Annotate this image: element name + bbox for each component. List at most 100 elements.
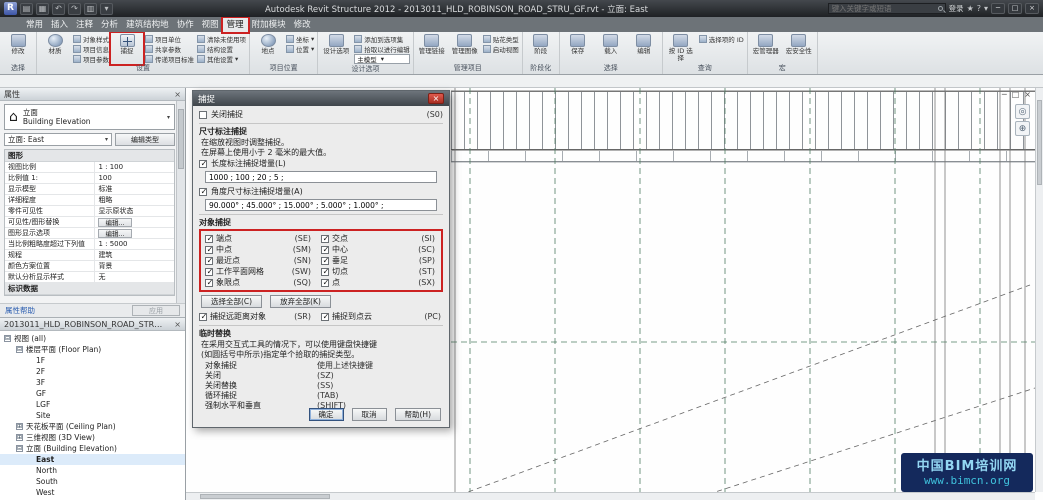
purge-unused-button[interactable]: 清除未使用项: [197, 34, 246, 43]
tree-node-view[interactable]: 2F: [0, 366, 185, 377]
starting-view-button[interactable]: 启动视图: [483, 44, 519, 53]
tab-collaborate[interactable]: 协作: [173, 18, 198, 32]
tree-node-view[interactable]: GF: [0, 388, 185, 399]
redo-icon[interactable]: ↷: [68, 3, 81, 15]
tree-node-view[interactable]: 1F: [0, 355, 185, 366]
vertical-scrollbar[interactable]: [1035, 88, 1043, 492]
angle-snap-checkbox[interactable]: [199, 188, 207, 196]
visibility-edit-button[interactable]: 编辑...: [98, 218, 131, 227]
transfer-standards-button[interactable]: 传递项目标准: [145, 54, 194, 63]
snaps-button[interactable]: 捕捉: [112, 34, 142, 63]
expand-icon[interactable]: ⊞: [16, 434, 23, 441]
tree-node-view-east[interactable]: East: [0, 454, 185, 465]
collapse-icon[interactable]: ⊟: [16, 445, 23, 452]
structural-settings-button[interactable]: 结构设置: [197, 44, 246, 53]
tab-analyze[interactable]: 分析: [97, 18, 122, 32]
qat-menu-caret-icon[interactable]: ▾: [100, 3, 113, 15]
macro-security-button[interactable]: 宏安全性: [784, 34, 814, 63]
properties-scrollbar[interactable]: [176, 101, 185, 303]
window-minimize-button[interactable]: ─: [991, 3, 1005, 14]
print-icon[interactable]: ▥: [84, 3, 97, 15]
undo-icon[interactable]: ↶: [52, 3, 65, 15]
collapse-icon[interactable]: ⊟: [4, 335, 11, 342]
tab-annotate[interactable]: 注释: [72, 18, 97, 32]
project-info-button[interactable]: 项目信息: [73, 44, 109, 53]
tab-insert[interactable]: 插入: [47, 18, 72, 32]
revit-app-button[interactable]: R: [4, 2, 17, 15]
tree-node-view[interactable]: LGF: [0, 399, 185, 410]
tangents-checkbox[interactable]: [321, 268, 329, 276]
quadrants-checkbox[interactable]: [205, 279, 213, 287]
help-caret-icon[interactable]: ▾: [984, 4, 988, 13]
materials-button[interactable]: 材质: [40, 34, 70, 63]
expand-icon[interactable]: ⊞: [16, 423, 23, 430]
remote-objects-checkbox[interactable]: [199, 313, 207, 321]
graphic-display-edit-button[interactable]: 编辑...: [98, 229, 131, 238]
project-parameters-button[interactable]: 项目参数: [73, 54, 109, 63]
apply-button[interactable]: 应用: [132, 305, 180, 316]
help-icon[interactable]: ?: [977, 4, 981, 13]
collapse-icon[interactable]: ⊟: [16, 346, 23, 353]
window-close-button[interactable]: ×: [1025, 3, 1039, 14]
save-icon[interactable]: ▦: [36, 3, 49, 15]
points-checkbox[interactable]: [321, 279, 329, 287]
tab-structure[interactable]: 建筑结构地: [122, 18, 173, 32]
view-restore-icon[interactable]: □: [1012, 90, 1020, 99]
tree-node-elevations[interactable]: ⊟立面 (Building Elevation): [0, 443, 185, 454]
point-clouds-checkbox[interactable]: [321, 313, 329, 321]
snaps-dialog-close-button[interactable]: ×: [428, 93, 444, 104]
nearest-checkbox[interactable]: [205, 257, 213, 265]
view-selector-dropdown[interactable]: 立面: East ▾: [4, 133, 112, 146]
search-input[interactable]: [828, 3, 946, 14]
tree-node-ceiling-plans[interactable]: ⊞天花板平面 (Ceiling Plan): [0, 421, 185, 432]
tree-node-view[interactable]: North: [0, 465, 185, 476]
coordinates-button[interactable]: 坐标▾: [286, 34, 314, 43]
project-units-button[interactable]: 项目单位: [145, 34, 194, 43]
select-by-id-button[interactable]: 按 ID 选择: [666, 34, 696, 63]
snaps-dialog-title-bar[interactable]: 捕捉 ×: [193, 91, 449, 106]
tree-node-view[interactable]: Site: [0, 410, 185, 421]
length-snap-checkbox[interactable]: [199, 160, 207, 168]
object-styles-button[interactable]: 对象样式: [73, 34, 109, 43]
ids-of-selection-button[interactable]: 选择项的 ID: [699, 34, 744, 43]
centers-checkbox[interactable]: [321, 246, 329, 254]
pick-to-edit-button[interactable]: 拾取以进行编辑: [354, 44, 410, 53]
endpoints-checkbox[interactable]: [205, 235, 213, 243]
midpoints-checkbox[interactable]: [205, 246, 213, 254]
tree-node-floor-plans[interactable]: ⊟楼层平面 (Floor Plan): [0, 344, 185, 355]
view-close-icon[interactable]: ×: [1024, 90, 1031, 99]
project-browser-close-icon[interactable]: ×: [170, 320, 181, 329]
vertical-scrollbar-thumb[interactable]: [1037, 100, 1042, 185]
open-icon[interactable]: ▤: [20, 3, 33, 15]
other-settings-button[interactable]: 其他设置▾: [197, 54, 246, 63]
type-selector[interactable]: ⌂ 立面 Building Elevation ▾: [4, 104, 175, 130]
window-maximize-button[interactable]: □: [1008, 3, 1022, 14]
tab-manage[interactable]: 管理: [223, 18, 248, 32]
tree-node-view[interactable]: South: [0, 476, 185, 487]
snaps-off-checkbox[interactable]: [199, 111, 207, 119]
selection-load-button[interactable]: 载入: [596, 34, 626, 63]
location-button[interactable]: 地点: [253, 34, 283, 63]
help-button[interactable]: 帮助(H): [395, 408, 442, 421]
phases-button[interactable]: 阶段: [526, 34, 556, 63]
properties-scrollbar-thumb[interactable]: [178, 109, 184, 169]
modify-button[interactable]: 修改: [3, 34, 33, 63]
decal-types-button[interactable]: 贴花类型: [483, 34, 519, 43]
properties-help-link[interactable]: 属性帮助: [5, 305, 35, 316]
macro-manager-button[interactable]: 宏管理器: [751, 34, 781, 63]
perpendicular-checkbox[interactable]: [321, 257, 329, 265]
properties-close-icon[interactable]: ×: [170, 90, 181, 99]
selection-save-button[interactable]: 保存: [563, 34, 593, 63]
workplane-grid-checkbox[interactable]: [205, 268, 213, 276]
cancel-button[interactable]: 取消: [352, 408, 387, 421]
horizontal-scrollbar-thumb[interactable]: [200, 494, 330, 499]
tree-node-view[interactable]: West: [0, 487, 185, 498]
graphics-section-header[interactable]: 图形: [5, 150, 174, 162]
sign-in-label[interactable]: 登录: [949, 3, 964, 14]
check-none-button[interactable]: 放弃全部(K): [270, 295, 331, 308]
ok-button[interactable]: 确定: [309, 408, 344, 421]
tab-addins[interactable]: 附加模块: [248, 18, 290, 32]
length-increments-input[interactable]: [205, 171, 437, 183]
tree-node-view[interactable]: 3F: [0, 377, 185, 388]
tree-node-views[interactable]: ⊟视图 (all): [0, 333, 185, 344]
